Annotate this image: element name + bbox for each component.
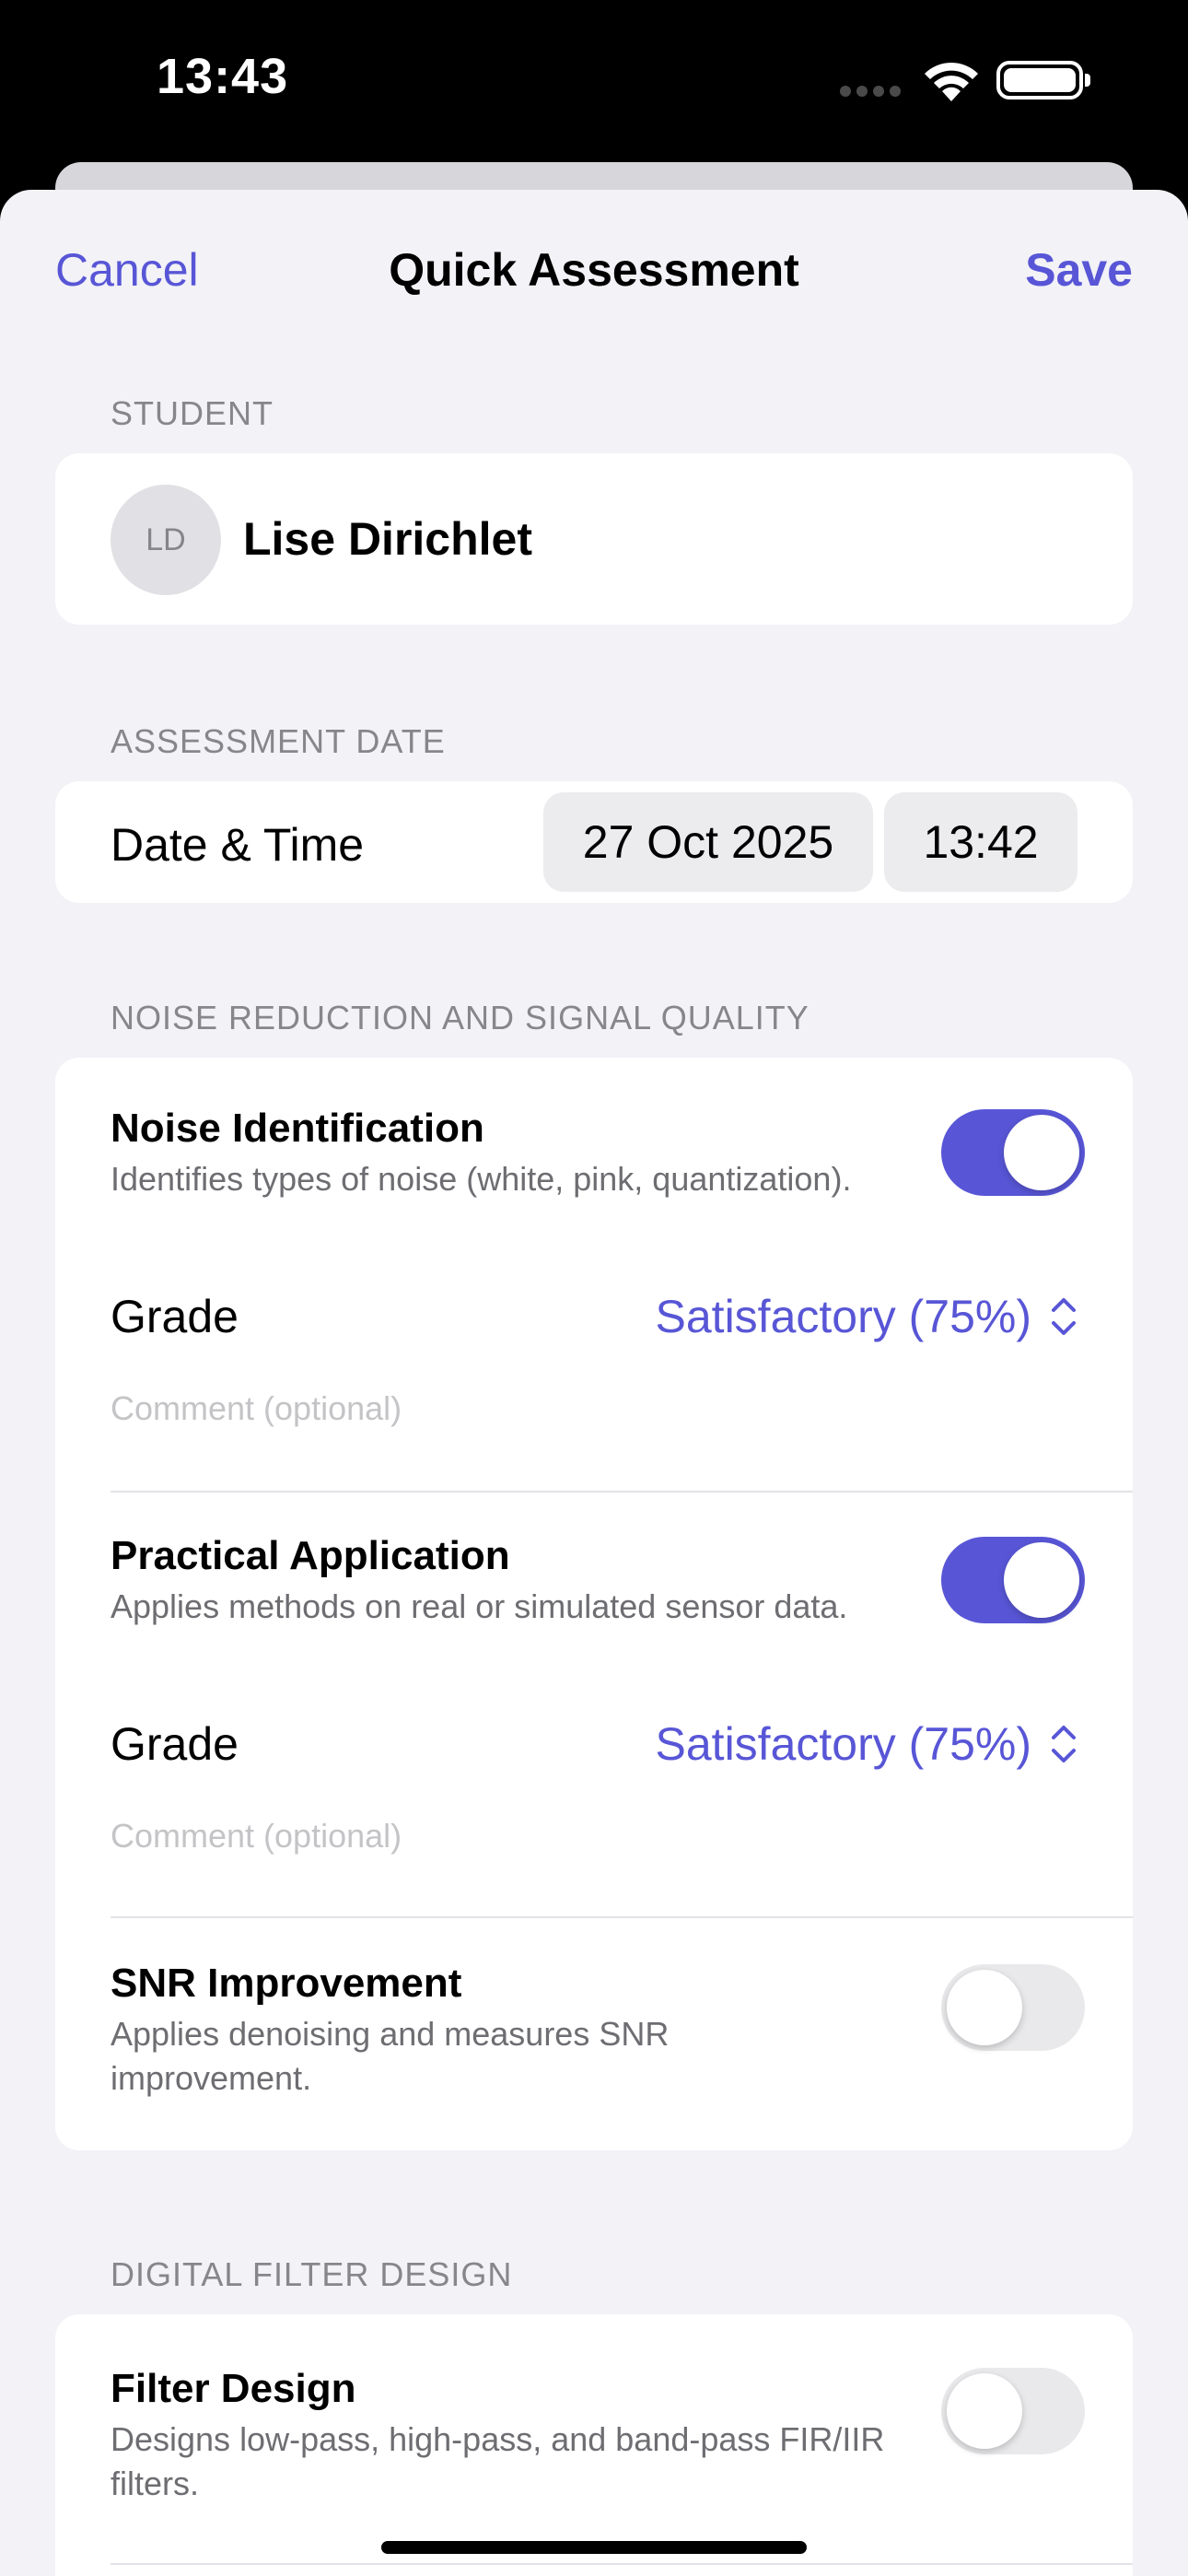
noise-identification-toggle[interactable] xyxy=(941,1109,1085,1196)
criterion-description: Applies denoising and measures SNR impro… xyxy=(111,2015,670,2097)
criterion-description: Identifies types of noise (white, pink, … xyxy=(111,1160,852,1198)
date-time-label: Date & Time xyxy=(111,819,365,871)
quick-assessment-sheet: Cancel Quick Assessment Save STUDENT LD … xyxy=(0,190,1188,2576)
time-picker-button[interactable]: 13:42 xyxy=(884,792,1077,892)
comment-field[interactable] xyxy=(111,1389,1068,1428)
battery-icon xyxy=(996,61,1090,100)
toggle-knob xyxy=(947,2373,1022,2449)
practical-application-toggle[interactable] xyxy=(941,1537,1085,1623)
noise-section-header: NOISE REDUCTION AND SIGNAL QUALITY xyxy=(111,999,809,1036)
grade-value: Satisfactory (75%) xyxy=(655,1718,1031,1770)
student-section-header: STUDENT xyxy=(111,394,274,432)
comment-field[interactable] xyxy=(111,1817,1068,1856)
grade-value: Satisfactory (75%) xyxy=(655,1291,1031,1342)
toggle-knob xyxy=(1004,1115,1079,1190)
snr-improvement-toggle[interactable] xyxy=(941,1964,1085,2051)
student-card: LD Lise Dirichlet xyxy=(55,453,1133,625)
chevron-up-down-icon xyxy=(1052,1726,1076,1762)
chevron-up-down-icon xyxy=(1052,1298,1076,1335)
filter-section-header: DIGITAL FILTER DESIGN xyxy=(111,2255,513,2293)
grade-label: Grade xyxy=(111,1291,239,1342)
grade-picker[interactable]: Satisfactory (75%) xyxy=(656,1290,1077,1343)
filter-design-toggle[interactable] xyxy=(941,2368,1085,2454)
status-bar: 13:43 xyxy=(0,0,1188,166)
divider xyxy=(111,2563,1133,2565)
page-title: Quick Assessment xyxy=(389,244,799,296)
cellular-signal-icon xyxy=(840,85,906,101)
criterion-title: Filter Design xyxy=(111,2366,356,2411)
wifi-icon xyxy=(921,59,982,108)
status-time: 13:43 xyxy=(157,49,289,104)
assessment-date-section-header: ASSESSMENT DATE xyxy=(111,722,446,760)
criterion-title: Noise Identification xyxy=(111,1106,484,1151)
save-button[interactable]: Save xyxy=(1025,243,1133,297)
divider xyxy=(111,1916,1133,1918)
assessment-date-card: Date & Time 27 Oct 2025 13:42 xyxy=(55,781,1133,903)
criterion-title: SNR Improvement xyxy=(111,1961,462,2006)
noise-section-card: Noise Identification Identifies types of… xyxy=(55,1058,1133,2150)
toggle-knob xyxy=(947,1970,1022,2045)
toggle-knob xyxy=(1004,1542,1079,1618)
filter-section-card: Filter Design Designs low-pass, high-pas… xyxy=(55,2314,1133,2576)
criterion-description: Designs low-pass, high-pass, and band-pa… xyxy=(111,2420,885,2502)
criterion-title: Practical Application xyxy=(111,1533,510,1578)
home-indicator[interactable] xyxy=(381,2541,807,2554)
grade-label: Grade xyxy=(111,1718,239,1770)
divider xyxy=(111,1491,1133,1493)
student-name: Lise Dirichlet xyxy=(243,513,532,565)
avatar: LD xyxy=(111,485,221,595)
grade-picker[interactable]: Satisfactory (75%) xyxy=(656,1717,1077,1771)
date-picker-button[interactable]: 27 Oct 2025 xyxy=(543,792,873,892)
criterion-description: Applies methods on real or simulated sen… xyxy=(111,1587,848,1625)
